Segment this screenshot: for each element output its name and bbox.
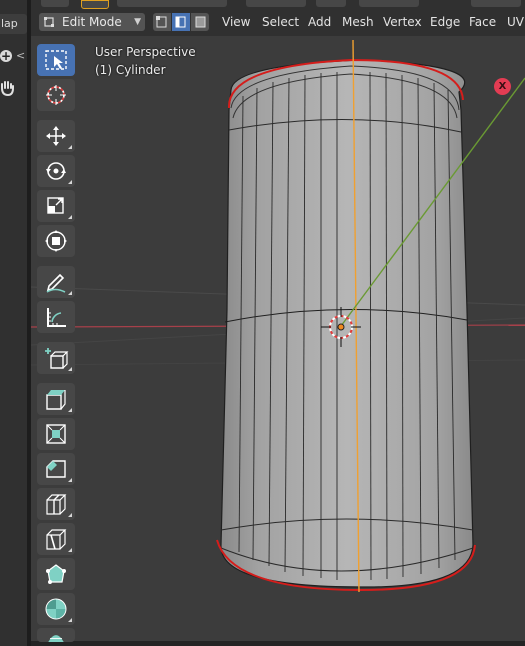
- object-label: (1) Cylinder: [95, 63, 166, 77]
- 3d-viewport[interactable]: [31, 0, 525, 646]
- knife-tool[interactable]: [37, 523, 75, 555]
- scale-icon: [47, 197, 64, 214]
- header-partial-widget[interactable]: [117, 0, 227, 7]
- vertex-select-icon: [156, 16, 167, 28]
- measure-icon: [47, 308, 66, 327]
- mode-label: Edit Mode: [62, 15, 122, 29]
- inset-icon: [46, 424, 66, 444]
- header-partial-widget[interactable]: [471, 0, 521, 7]
- loop-cut-tool[interactable]: [37, 488, 75, 520]
- cylinder-mesh[interactable]: [220, 59, 474, 588]
- viewport-header: Edit Mode ▼ View Select Add Mesh Vertex …: [31, 0, 525, 36]
- move-icon: [46, 126, 66, 146]
- mode-dropdown[interactable]: Edit Mode ▼: [39, 13, 145, 31]
- viewport-bottom-edge: [31, 641, 525, 646]
- collapse-chevron-icon[interactable]: <: [16, 49, 25, 62]
- menu-mesh[interactable]: Mesh: [342, 13, 374, 31]
- knife-icon: [46, 529, 67, 550]
- smooth-tool[interactable]: [37, 628, 75, 642]
- transform-icon: [45, 230, 67, 252]
- edit-mode-icon: [44, 17, 54, 27]
- menu-view[interactable]: View: [222, 13, 250, 31]
- gizmo-x-axis[interactable]: X: [494, 78, 511, 95]
- rotate-icon: [46, 162, 66, 180]
- bevel-tool[interactable]: [37, 453, 75, 485]
- add-cube-tool[interactable]: [37, 342, 75, 374]
- add-icon[interactable]: +: [0, 50, 12, 62]
- bevel-icon: [46, 460, 66, 478]
- poly-build-tool[interactable]: [37, 558, 75, 590]
- menu-uv[interactable]: UV: [507, 13, 524, 31]
- spin-icon: [45, 598, 67, 620]
- face-select-icon: [195, 16, 206, 28]
- face-select-button[interactable]: [191, 13, 209, 31]
- select-mode-group: [153, 13, 209, 31]
- header-partial-widget[interactable]: [316, 0, 346, 7]
- cursor-tool[interactable]: [37, 79, 75, 111]
- header-partial-widget[interactable]: [81, 0, 109, 9]
- menu-add[interactable]: Add: [308, 13, 331, 31]
- extrude-tool[interactable]: [37, 383, 75, 415]
- select-box-icon: [45, 50, 67, 70]
- inset-tool[interactable]: [37, 418, 75, 450]
- measure-tool[interactable]: [37, 301, 75, 333]
- loop-cut-icon: [46, 494, 67, 515]
- side-panel-tab[interactable]: lap: [0, 14, 27, 34]
- annotate-tool[interactable]: [37, 266, 75, 298]
- edge-select-icon: [175, 16, 186, 28]
- scale-tool[interactable]: [37, 190, 75, 222]
- add-cube-icon: [45, 348, 69, 369]
- spin-tool[interactable]: [37, 593, 75, 625]
- cursor-icon: [46, 85, 66, 105]
- header-partial-widget[interactable]: [359, 0, 419, 7]
- menu-face[interactable]: Face: [469, 13, 496, 31]
- vertex-select-button[interactable]: [153, 13, 171, 31]
- rotate-tool[interactable]: [37, 155, 75, 187]
- menu-select[interactable]: Select: [262, 13, 299, 31]
- side-panel: lap + <: [0, 0, 27, 646]
- annotate-icon: [46, 273, 66, 293]
- perspective-label: User Perspective: [95, 45, 196, 59]
- smooth-icon: [48, 635, 64, 642]
- header-partial-widget[interactable]: [41, 0, 69, 7]
- edge-select-button[interactable]: [172, 13, 190, 31]
- extrude-icon: [46, 390, 66, 410]
- header-partial-widget[interactable]: [246, 0, 306, 7]
- menu-edge[interactable]: Edge: [430, 13, 460, 31]
- transform-tool[interactable]: [37, 225, 75, 257]
- hand-pan-icon[interactable]: [0, 79, 16, 97]
- poly-build-icon: [46, 564, 66, 584]
- move-tool[interactable]: [37, 120, 75, 152]
- select-box-tool[interactable]: [37, 44, 75, 76]
- viewport-scene: [31, 39, 525, 593]
- menu-vertex[interactable]: Vertex: [383, 13, 422, 31]
- chevron-down-icon: ▼: [134, 17, 141, 27]
